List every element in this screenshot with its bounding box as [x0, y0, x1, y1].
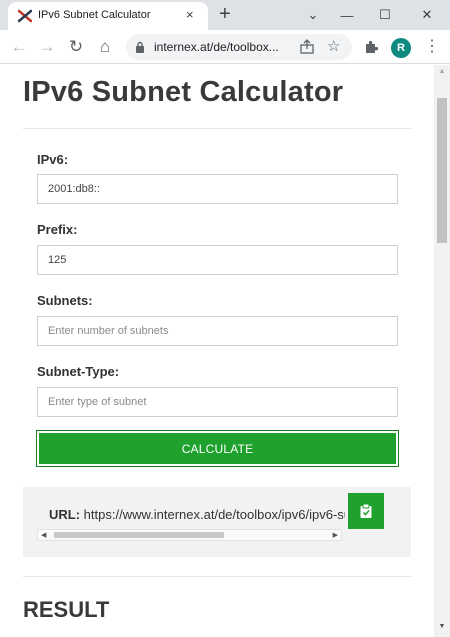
url-label: URL: [49, 507, 81, 522]
tab-search-chevron-icon[interactable]: ⌄ [296, 0, 330, 30]
ipv6-input[interactable] [37, 174, 398, 204]
subnet-type-input[interactable] [37, 387, 398, 417]
browser-toolbar: ← → ↻ ⌂ internex.at/de/toolbox... ☆ R ⋮ [0, 30, 450, 64]
url-horizontal-scrollbar[interactable]: ◀ ▶ [37, 529, 342, 541]
title-divider [23, 128, 411, 129]
scroll-right-arrow-icon[interactable]: ▶ [333, 531, 338, 539]
url-panel: URL: https://www.internex.at/de/toolbox/… [23, 487, 411, 557]
page-scrollbar-thumb[interactable] [437, 98, 447, 243]
tab-title: IPv6 Subnet Calculator [38, 9, 151, 21]
extensions-puzzle-icon[interactable] [363, 39, 379, 55]
minimize-icon[interactable]: — [330, 0, 364, 30]
prefix-input[interactable] [37, 245, 398, 275]
page-viewport: IPv6 Subnet Calculator IPv6: Prefix: Sub… [0, 65, 434, 637]
scroll-up-arrow-icon[interactable]: ▲ [434, 68, 450, 78]
reload-icon[interactable]: ↻ [65, 36, 87, 58]
forward-icon[interactable]: → [36, 36, 58, 58]
maximize-icon[interactable]: ☐ [368, 0, 402, 30]
back-icon[interactable]: ← [8, 36, 30, 58]
scroll-left-arrow-icon[interactable]: ◀ [41, 531, 46, 539]
scroll-down-arrow-icon[interactable]: ▼ [434, 623, 450, 633]
lock-icon [136, 41, 144, 53]
subnets-input[interactable] [37, 316, 398, 346]
new-tab-icon[interactable]: + [219, 3, 231, 25]
url-line: URL: https://www.internex.at/de/toolbox/… [49, 507, 345, 522]
close-window-icon[interactable]: ✕ [410, 0, 444, 30]
bookmark-star-icon[interactable]: ☆ [327, 37, 340, 55]
internex-favicon-icon [18, 9, 32, 23]
browser-tab[interactable]: IPv6 Subnet Calculator × [8, 2, 208, 30]
url-value[interactable]: https://www.internex.at/de/toolbox/ipv6/… [84, 507, 345, 522]
page-title: IPv6 Subnet Calculator [23, 76, 344, 108]
address-text[interactable]: internex.at/de/toolbox... [154, 40, 290, 54]
copy-url-button[interactable] [348, 493, 384, 529]
subnets-label: Subnets: [37, 293, 93, 308]
prefix-label: Prefix: [37, 222, 78, 237]
result-title: RESULT [23, 597, 110, 622]
calculate-button[interactable]: CALCULATE [37, 431, 398, 466]
share-icon[interactable] [298, 38, 316, 56]
ipv6-label: IPv6: [37, 152, 69, 167]
browser-menu-icon[interactable]: ⋮ [424, 37, 440, 57]
tab-close-icon[interactable]: × [186, 8, 194, 22]
result-divider [23, 576, 411, 577]
home-icon[interactable]: ⌂ [94, 36, 116, 58]
address-bar[interactable]: internex.at/de/toolbox... ☆ [126, 34, 352, 60]
tab-strip: IPv6 Subnet Calculator × + ⌄ — ☐ ✕ [0, 0, 450, 30]
page-vertical-scrollbar[interactable]: ▲ ▼ [434, 65, 450, 637]
clipboard-icon [360, 503, 372, 518]
url-scrollbar-thumb[interactable] [54, 532, 224, 538]
subnet-type-label: Subnet-Type: [37, 364, 120, 379]
profile-avatar[interactable]: R [391, 38, 411, 58]
